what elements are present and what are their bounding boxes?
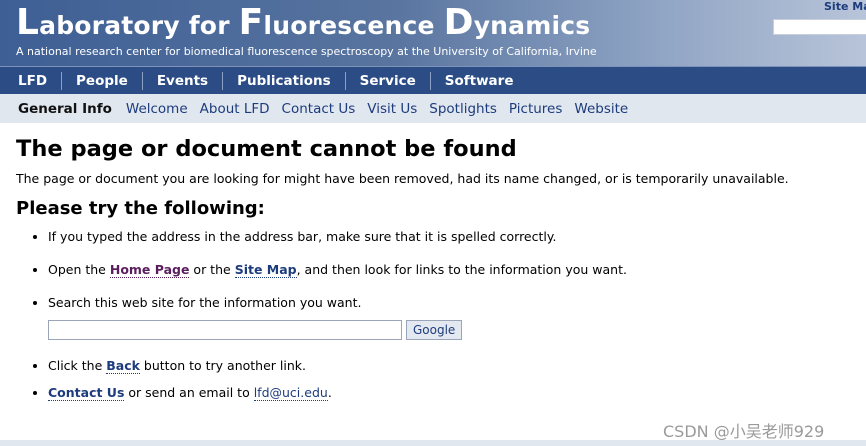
title-part-1: aboratory for [39, 11, 239, 40]
suggestion-text: Search this web site for the information… [48, 295, 362, 310]
site-search-row: Google [48, 320, 856, 340]
nav-item-publications[interactable]: Publications [223, 71, 346, 90]
nav-item-events[interactable]: Events [143, 71, 224, 90]
list-item: If you typed the address in the address … [48, 229, 856, 244]
subnav-item-pictures[interactable]: Pictures [503, 101, 568, 117]
subnav-item-website[interactable]: Website [568, 101, 634, 117]
suggestion-text: , and then look for links to the informa… [296, 262, 627, 277]
subnav-item-spotlights[interactable]: Spotlights [423, 101, 503, 117]
subnav-item-welcome[interactable]: Welcome [120, 101, 194, 117]
back-link[interactable]: Back [106, 358, 140, 374]
site-search-input[interactable] [48, 320, 402, 340]
title-cap-d: D [443, 2, 474, 43]
subnav-item-general-info[interactable]: General Info [0, 101, 120, 117]
page: Laboratory for Fluorescence Dynamics A n… [0, 0, 866, 446]
sitemap-link[interactable]: Site Ma [824, 0, 866, 13]
suggestion-text: Click the [48, 358, 107, 373]
list-item: Contact Us or send an email to lfd@uci.e… [48, 385, 856, 401]
suggestions-list: If you typed the address in the address … [16, 229, 856, 401]
site-map-link[interactable]: Site Map [234, 262, 297, 278]
suggestion-text: button to try another link. [139, 358, 306, 373]
suggestion-text: Open the [48, 262, 110, 277]
home-page-link[interactable]: Home Page [109, 262, 190, 278]
nav-item-lfd[interactable]: LFD [0, 71, 63, 90]
suggestion-text: or send an email to [124, 385, 254, 400]
nav-item-people[interactable]: People [62, 71, 143, 90]
main-nav: LFD People Events Publications Service S… [0, 66, 866, 94]
suggestion-text: If you typed the address in the address … [48, 229, 557, 244]
subnav-item-about-lfd[interactable]: About LFD [194, 101, 276, 117]
error-description: The page or document you are looking for… [16, 171, 789, 186]
google-search-button[interactable]: Google [406, 320, 463, 340]
bottom-strip [0, 440, 866, 446]
page-title: The page or document cannot be found [16, 136, 517, 162]
list-item: Search this web site for the information… [48, 295, 856, 340]
suggestion-text: or the [189, 262, 235, 277]
title-cap-f: F [238, 2, 264, 43]
title-part-3: ynamics [473, 11, 591, 40]
suggestion-text: . [327, 385, 332, 400]
email-link[interactable]: lfd@uci.edu [253, 385, 328, 401]
nav-item-service[interactable]: Service [346, 71, 431, 90]
header-banner: Laboratory for Fluorescence Dynamics A n… [0, 0, 866, 66]
site-subtitle: A national research center for biomedica… [16, 45, 597, 58]
sub-nav: General Info Welcome About LFD Contact U… [0, 94, 866, 123]
nav-item-software[interactable]: Software [431, 72, 528, 90]
list-item: Click the Back button to try another lin… [48, 358, 856, 374]
main-content: The page or document cannot be found The… [16, 136, 856, 418]
watermark: CSDN @小吴老师929 [663, 422, 825, 441]
subnav-item-visit-us[interactable]: Visit Us [361, 101, 423, 117]
contact-us-link[interactable]: Contact Us [48, 385, 125, 401]
title-part-2: luorescence [263, 11, 444, 40]
site-title[interactable]: Laboratory for Fluorescence Dynamics [16, 2, 590, 43]
list-item: Open the Home Page or the Site Map, and … [48, 262, 856, 278]
suggestions-heading: Please try the following: [16, 198, 265, 219]
subnav-item-contact-us[interactable]: Contact Us [276, 101, 362, 117]
title-cap-l: L [16, 2, 40, 43]
header-search-input[interactable] [773, 19, 866, 35]
